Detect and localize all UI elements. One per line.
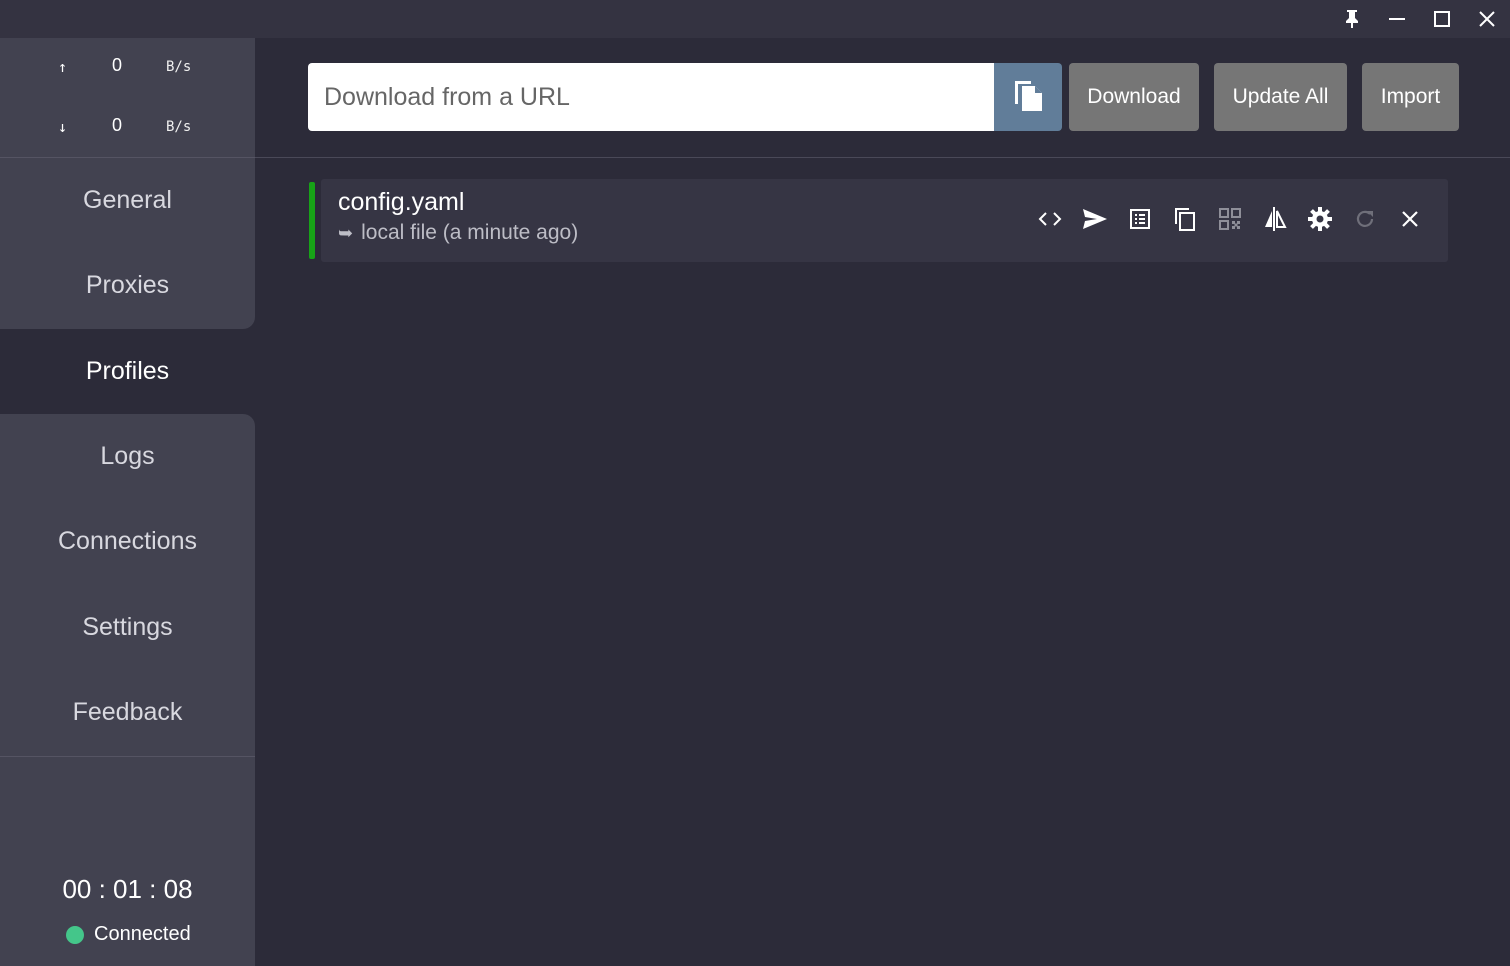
upload-value: 0 xyxy=(112,55,123,75)
qr-code-icon[interactable] xyxy=(1215,204,1245,234)
paste-icon xyxy=(1011,77,1045,117)
connection-status-label: Connected xyxy=(94,923,191,945)
profile-source-label: local file (a minute ago) xyxy=(361,221,579,244)
send-icon[interactable] xyxy=(1080,204,1110,234)
gear-icon[interactable] xyxy=(1305,204,1335,234)
nav-group-bottom: Logs Connections Settings Feedback xyxy=(0,414,255,756)
download-button[interactable]: Download xyxy=(1069,63,1199,131)
list-icon[interactable] xyxy=(1125,204,1155,234)
paste-button[interactable] xyxy=(994,63,1062,131)
refresh-icon[interactable] xyxy=(1350,204,1380,234)
connection-status: Connected xyxy=(66,923,191,946)
profile-name: config.yaml xyxy=(338,188,465,216)
toolbar-divider xyxy=(255,157,1510,158)
sidebar-item-general[interactable]: General xyxy=(0,158,255,243)
sidebar-item-logs[interactable]: Logs xyxy=(0,414,255,499)
sidebar-item-feedback[interactable]: Feedback xyxy=(0,670,255,755)
compare-icon[interactable] xyxy=(1260,204,1290,234)
download-arrow-icon: ↓ xyxy=(58,118,68,136)
code-icon[interactable] xyxy=(1035,204,1065,234)
minimize-icon[interactable] xyxy=(1382,4,1412,34)
traffic-panel: ↑ 0 B/s ↓ 0 B/s xyxy=(0,38,255,157)
delete-icon[interactable] xyxy=(1395,204,1425,234)
nav-group-top: General Proxies xyxy=(0,158,255,329)
profile-source: ➥ local file (a minute ago) xyxy=(338,221,578,245)
import-button[interactable]: Import xyxy=(1362,63,1459,131)
pin-icon[interactable] xyxy=(1337,4,1367,34)
sidebar: ↑ 0 B/s ↓ 0 B/s General Proxies Profiles… xyxy=(0,38,255,966)
upload-speed: ↑ 0 B/s xyxy=(0,52,255,82)
download-unit: B/s xyxy=(166,119,192,135)
uptime-timer: 00 : 01 : 08 xyxy=(62,874,193,904)
status-dot-icon xyxy=(66,925,84,944)
source-arrow-icon: ➥ xyxy=(338,222,354,243)
upload-unit: B/s xyxy=(166,59,192,75)
sidebar-item-profiles[interactable]: Profiles xyxy=(0,329,255,414)
selected-profile-indicator xyxy=(309,182,315,259)
upload-arrow-icon: ↑ xyxy=(58,58,68,76)
sidebar-item-settings[interactable]: Settings xyxy=(0,585,255,670)
title-bar xyxy=(0,0,1510,38)
close-icon[interactable] xyxy=(1472,4,1502,34)
copy-icon[interactable] xyxy=(1170,204,1200,234)
profile-card[interactable]: config.yaml ➥ local file (a minute ago) xyxy=(321,179,1448,262)
status-area: 00 : 01 : 08 Connected xyxy=(0,757,255,966)
maximize-icon[interactable] xyxy=(1427,4,1457,34)
update-all-button[interactable]: Update All xyxy=(1214,63,1347,131)
download-speed: ↓ 0 B/s xyxy=(0,112,255,142)
url-input[interactable] xyxy=(308,63,994,131)
sidebar-item-proxies[interactable]: Proxies xyxy=(0,243,255,328)
sidebar-item-connections[interactable]: Connections xyxy=(0,499,255,584)
download-value: 0 xyxy=(112,115,123,135)
